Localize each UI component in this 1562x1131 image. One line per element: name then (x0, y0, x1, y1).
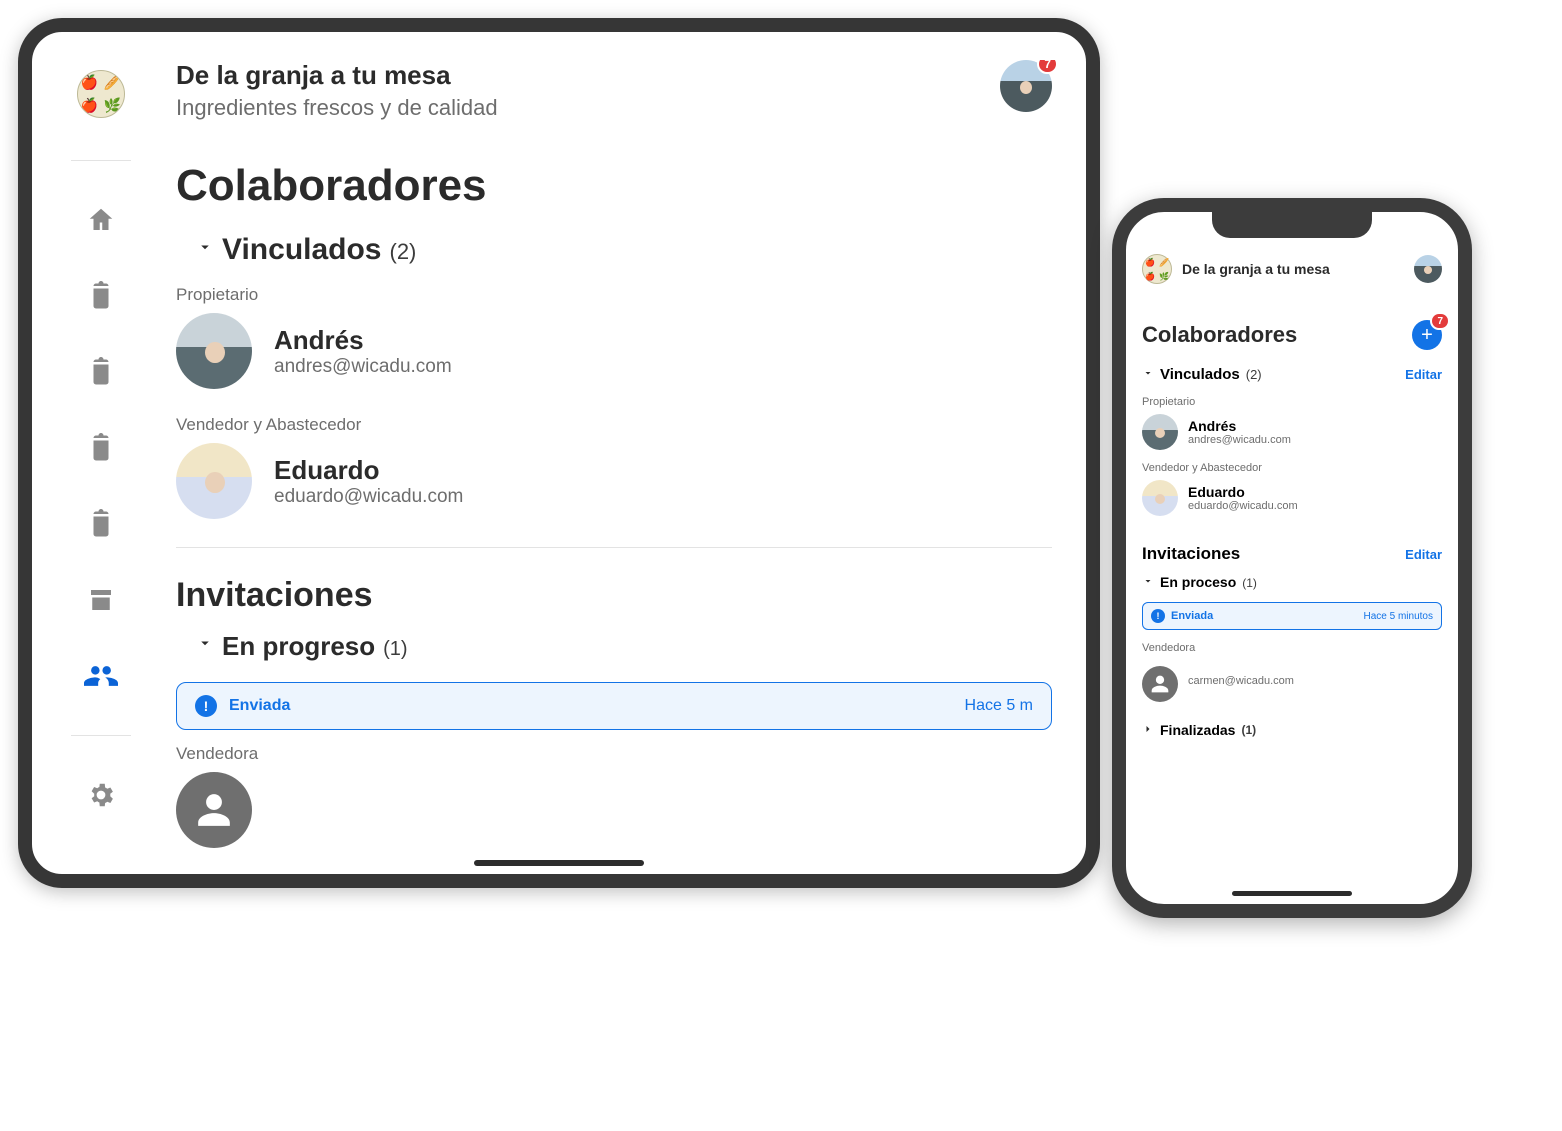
archive-icon[interactable] (84, 583, 118, 617)
status-time: Hace 5 minutos (1364, 611, 1433, 622)
collaborators-heading: Colaboradores (176, 161, 1052, 211)
avatar (1142, 480, 1178, 516)
edit-link[interactable]: Editar (1405, 547, 1442, 562)
person-email: andres@wicadu.com (274, 356, 452, 378)
app-title: De la granja a tu mesa (176, 60, 498, 91)
person-email: eduardo@wicadu.com (1188, 500, 1298, 512)
person-row[interactable]: Andrés andres@wicadu.com (176, 313, 1052, 389)
chevron-down-icon (1142, 574, 1154, 592)
phone-device: 🍎🥖🍎🌿 De la granja a tu mesa Colaboradore… (1112, 198, 1472, 918)
chevron-down-icon (1142, 366, 1154, 384)
app-title: De la granja a tu mesa (1182, 261, 1330, 277)
finalized-section-header[interactable]: Finalizadas (1) (1142, 722, 1442, 738)
info-icon: ! (195, 695, 217, 717)
status-label: Enviada (1171, 610, 1213, 622)
people-icon[interactable] (84, 659, 118, 693)
status-time: Hace 5 m (965, 697, 1033, 715)
linked-section-header[interactable]: Vinculados (2) Editar (1142, 366, 1442, 384)
person-email: andres@wicadu.com (1188, 434, 1291, 446)
person-name: Eduardo (274, 455, 463, 486)
linked-label: Vinculados (222, 233, 382, 267)
phone-notch (1212, 212, 1372, 238)
collaborators-heading: Colaboradores (1142, 322, 1297, 348)
invitation-status-banner[interactable]: ! Enviada Hace 5 m (176, 682, 1052, 730)
notification-badge[interactable]: 7 (1430, 312, 1450, 330)
sidebar: 🍎🥖🍎🌿 (56, 60, 146, 874)
tablet-device: 🍎🥖🍎🌿 (18, 18, 1100, 888)
inprogress-count: (1) (1242, 576, 1257, 590)
inprogress-label: En progreso (222, 631, 375, 662)
person-role: Vendedora (176, 744, 1052, 764)
divider (176, 547, 1052, 548)
person-name: Andrés (1188, 418, 1291, 434)
avatar (176, 443, 252, 519)
sidebar-divider (71, 735, 131, 736)
person-row[interactable]: Eduardo eduardo@wicadu.com (176, 443, 1052, 519)
person-name: Andrés (274, 325, 452, 356)
clipboard-icon[interactable] (84, 279, 118, 313)
app-logo[interactable]: 🍎🥖🍎🌿 (1142, 254, 1172, 284)
avatar-placeholder-icon (176, 772, 252, 848)
person-role: Vendedora (1142, 642, 1442, 654)
finalized-count: (1) (1241, 723, 1256, 737)
inprogress-section-header[interactable]: En progreso (1) (196, 631, 1052, 662)
invitations-heading: Invitaciones (1142, 544, 1240, 564)
person-email: carmen@wicadu.com (1188, 675, 1294, 687)
clipboard-icon[interactable] (84, 507, 118, 541)
invitation-status-banner[interactable]: ! Enviada Hace 5 minutos (1142, 602, 1442, 630)
notification-badge[interactable]: 7 (1037, 60, 1058, 74)
linked-count: (2) (390, 239, 417, 265)
person-role: Vendedor y Abastecedor (1142, 462, 1442, 474)
person-row[interactable]: Eduardo eduardo@wicadu.com (1142, 480, 1442, 516)
inprogress-section-header[interactable]: En proceso (1) (1142, 574, 1442, 592)
avatar-placeholder-icon (1142, 666, 1178, 702)
person-role: Propietario (1142, 396, 1442, 408)
pending-person-row[interactable] (176, 772, 1052, 848)
status-label: Enviada (229, 697, 290, 715)
chevron-right-icon (1142, 722, 1154, 738)
app-subtitle: Ingredientes frescos y de calidad (176, 95, 498, 121)
person-email: eduardo@wicadu.com (274, 486, 463, 508)
add-button[interactable]: + 7 (1412, 320, 1442, 350)
app-logo[interactable]: 🍎🥖🍎🌿 (77, 70, 125, 118)
home-indicator[interactable] (474, 860, 644, 866)
gear-icon[interactable] (84, 778, 118, 812)
edit-link[interactable]: Editar (1405, 367, 1442, 382)
sidebar-divider (71, 160, 131, 161)
person-role: Propietario (176, 285, 1052, 305)
clipboard-icon[interactable] (84, 355, 118, 389)
finalized-label: Finalizadas (1160, 722, 1235, 738)
avatar (176, 313, 252, 389)
chevron-down-icon (196, 634, 214, 657)
home-icon[interactable] (84, 203, 118, 237)
avatar (1142, 414, 1178, 450)
user-avatar[interactable] (1414, 255, 1442, 283)
invitations-heading: Invitaciones (176, 576, 1052, 615)
chevron-down-icon (196, 238, 214, 261)
person-role: Vendedor y Abastecedor (176, 415, 1052, 435)
person-name: Eduardo (1188, 484, 1298, 500)
linked-section-header[interactable]: Vinculados (2) (196, 233, 1052, 267)
person-row[interactable]: Andrés andres@wicadu.com (1142, 414, 1442, 450)
inprogress-label: En proceso (1160, 574, 1236, 590)
linked-label: Vinculados (1160, 366, 1240, 383)
clipboard-icon[interactable] (84, 431, 118, 465)
home-indicator[interactable] (1232, 891, 1352, 896)
inprogress-count: (1) (383, 638, 407, 661)
info-icon: ! (1151, 609, 1165, 623)
linked-count: (2) (1246, 367, 1262, 382)
pending-person-row[interactable]: carmen@wicadu.com (1142, 660, 1442, 702)
main-content: De la granja a tu mesa Ingredientes fres… (146, 60, 1062, 874)
